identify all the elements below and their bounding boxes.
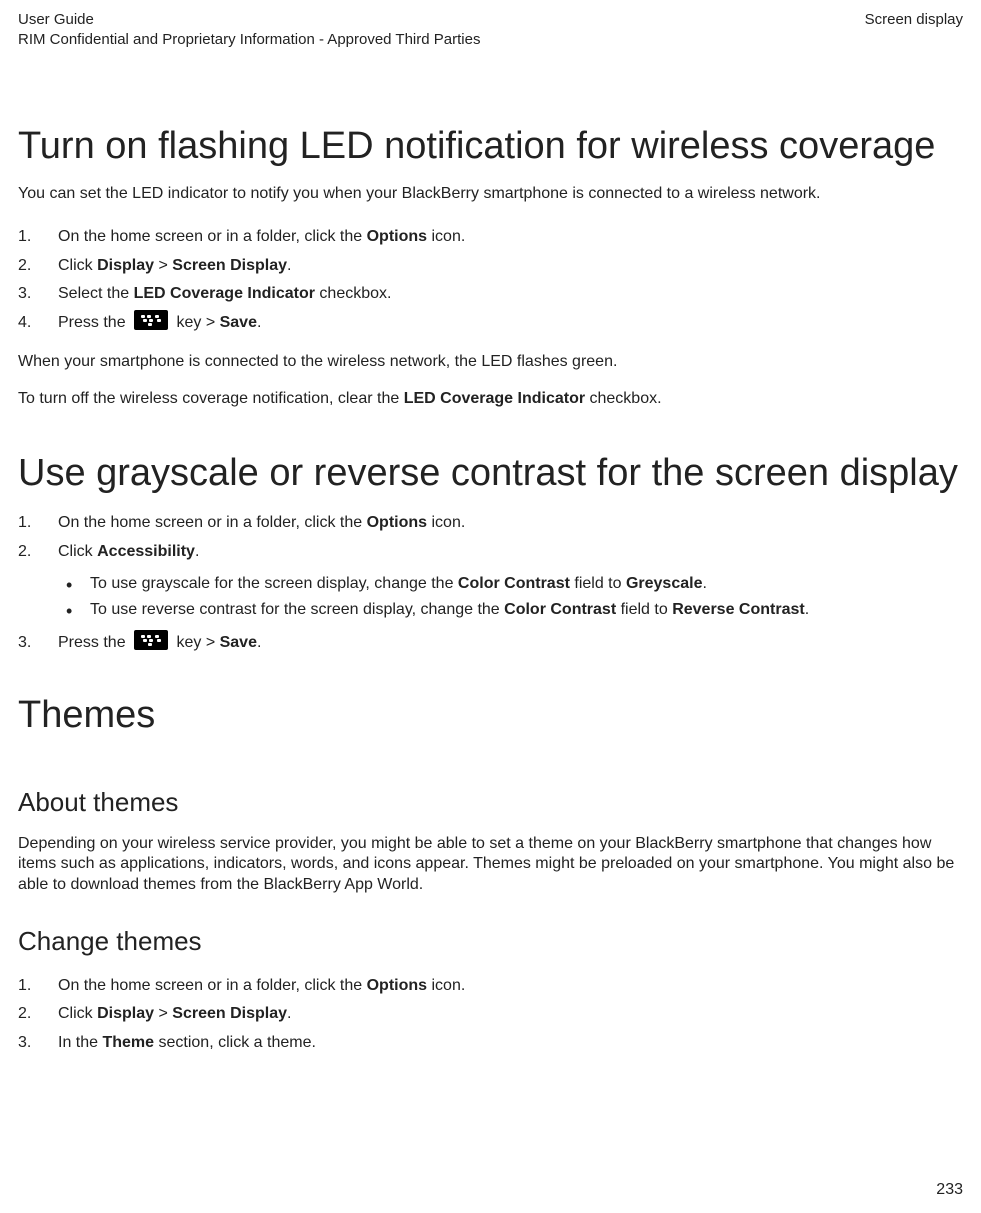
section3-sub2-heading: Change themes <box>18 926 963 957</box>
section1-step3: Select the LED Coverage Indicator checkb… <box>18 281 963 307</box>
section3-sub2-steps: On the home screen or in a folder, click… <box>18 973 963 1056</box>
header-right: Screen display <box>865 10 963 49</box>
section3-sub2-step2: Click Display > Screen Display. <box>18 1001 963 1027</box>
section1-heading: Turn on flashing LED notification for wi… <box>18 124 963 170</box>
section2-step1: On the home screen or in a folder, click… <box>18 510 963 536</box>
section3-sub2-step1: On the home screen or in a folder, click… <box>18 973 963 999</box>
header-left: User Guide RIM Confidential and Propriet… <box>18 10 480 49</box>
blackberry-key-icon <box>134 630 168 650</box>
section3-heading: Themes <box>18 693 963 739</box>
header-doc-title: User Guide <box>18 10 480 30</box>
section1-step4: Press the key > Save. <box>18 310 963 336</box>
section1-intro: You can set the LED indicator to notify … <box>18 184 963 205</box>
page-header: User Guide RIM Confidential and Propriet… <box>18 10 963 49</box>
section1-step2: Click Display > Screen Display. <box>18 253 963 279</box>
section3-sub2-step3: In the Theme section, click a theme. <box>18 1030 963 1056</box>
header-confidential: RIM Confidential and Proprietary Informa… <box>18 30 480 50</box>
section2-bullet1: To use grayscale for the screen display,… <box>58 571 963 597</box>
page-content: Turn on flashing LED notification for wi… <box>18 124 963 1056</box>
section2-step3: Press the key > Save. <box>18 630 963 656</box>
section3-sub1-heading: About themes <box>18 787 963 818</box>
section2-bullet2: To use reverse contrast for the screen d… <box>58 597 963 623</box>
page-number: 233 <box>936 1181 963 1199</box>
section1-steps: On the home screen or in a folder, click… <box>18 224 963 336</box>
section3-sub1-para: Depending on your wireless service provi… <box>18 834 963 896</box>
section2-step2: Click Accessibility. To use grayscale fo… <box>18 539 963 624</box>
section2-bullets: To use grayscale for the screen display,… <box>58 571 963 624</box>
section1-para2: To turn off the wireless coverage notifi… <box>18 389 963 410</box>
section2-heading: Use grayscale or reverse contrast for th… <box>18 451 963 497</box>
blackberry-key-icon <box>134 310 168 330</box>
section1-para1: When your smartphone is connected to the… <box>18 352 963 373</box>
section2-steps: On the home screen or in a folder, click… <box>18 510 963 656</box>
section1-step1: On the home screen or in a folder, click… <box>18 224 963 250</box>
